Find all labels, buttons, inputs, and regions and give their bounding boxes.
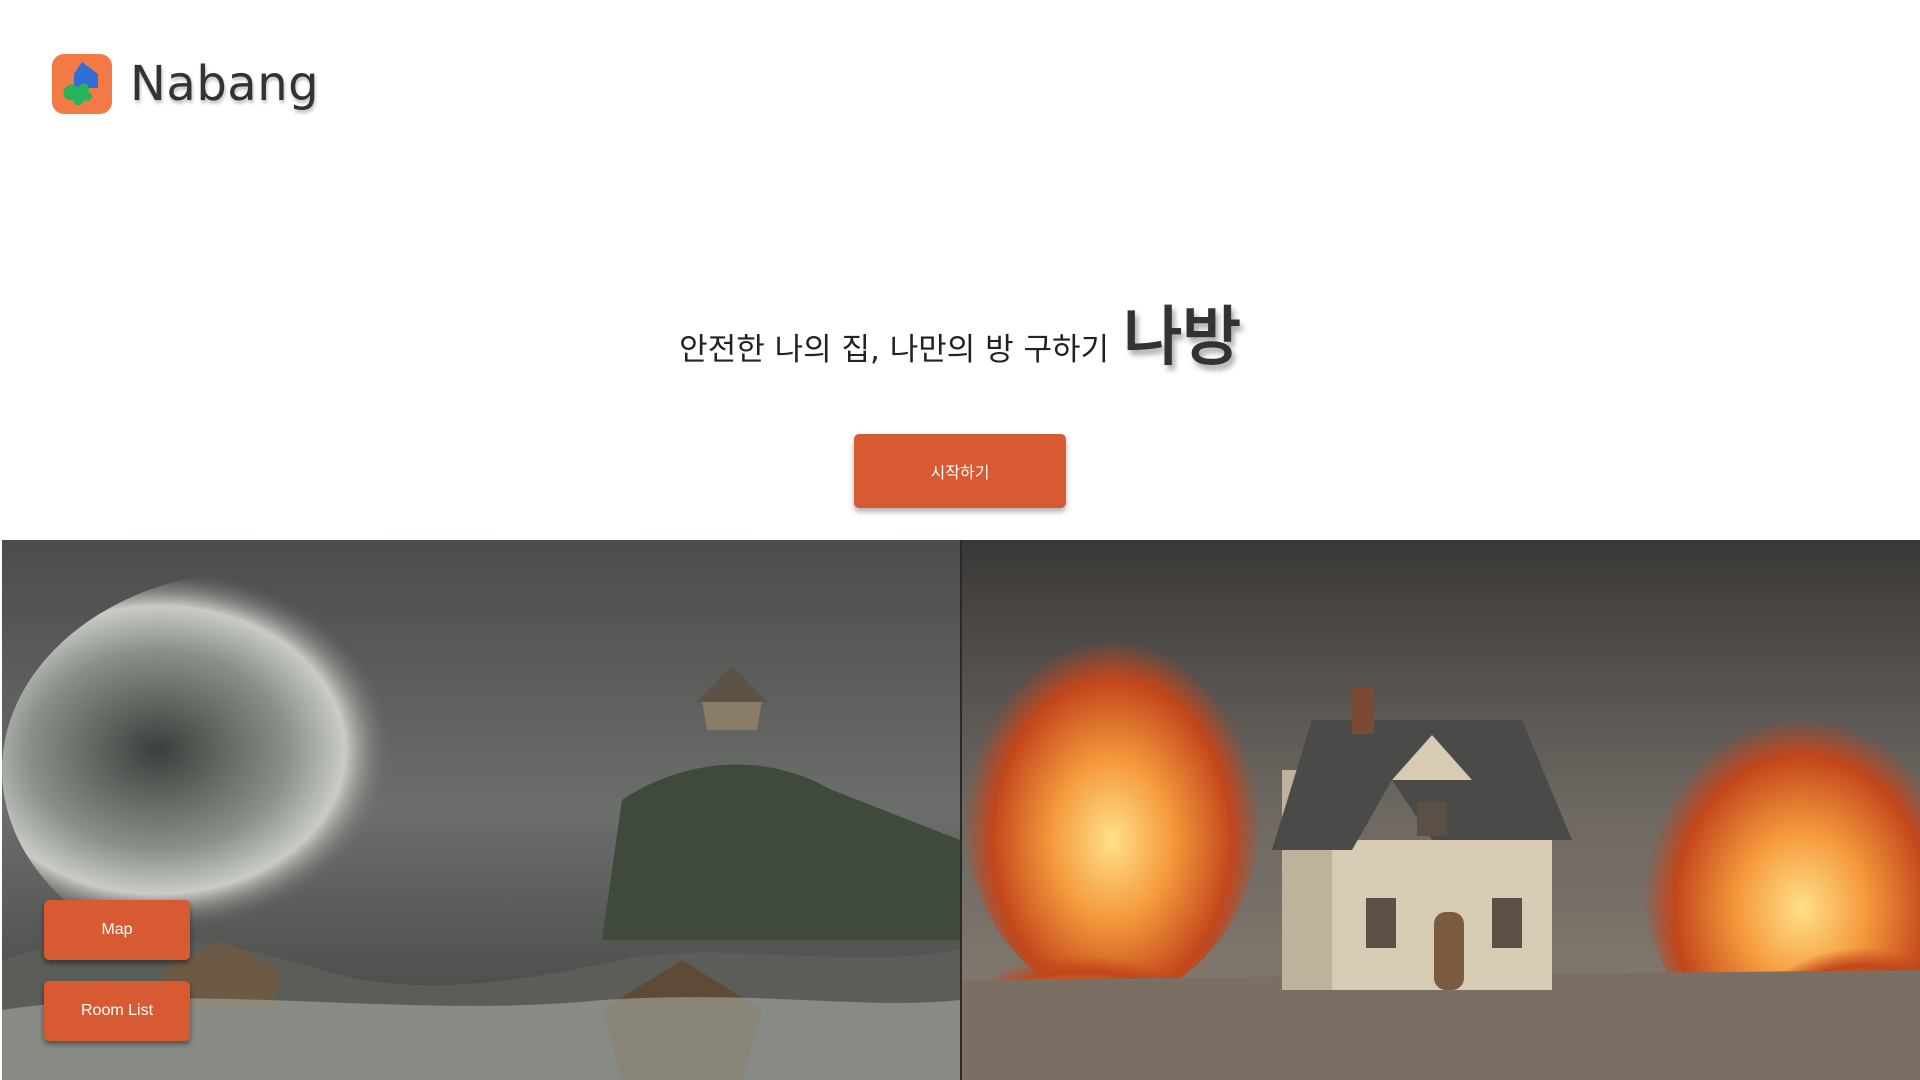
- brand-title: 나방: [1123, 301, 1241, 375]
- header: Nabang: [52, 54, 319, 114]
- hero-section: 안전한 나의 집, 나만의 방 구하기 나방: [0, 306, 1920, 370]
- tagline: 안전한 나의 집, 나만의 방 구하기: [679, 332, 1110, 368]
- disaster-image-gallery: [2, 540, 1920, 1080]
- map-button[interactable]: Map: [44, 900, 190, 960]
- burning-house-illustration: [962, 540, 1920, 1080]
- house-puzzle-logo-icon[interactable]: [52, 54, 112, 114]
- start-button[interactable]: 시작하기: [854, 434, 1066, 508]
- room-list-button[interactable]: Room List: [44, 981, 190, 1041]
- app-name[interactable]: Nabang: [130, 56, 319, 112]
- tagline-row: 안전한 나의 집, 나만의 방 구하기 나방: [679, 306, 1241, 370]
